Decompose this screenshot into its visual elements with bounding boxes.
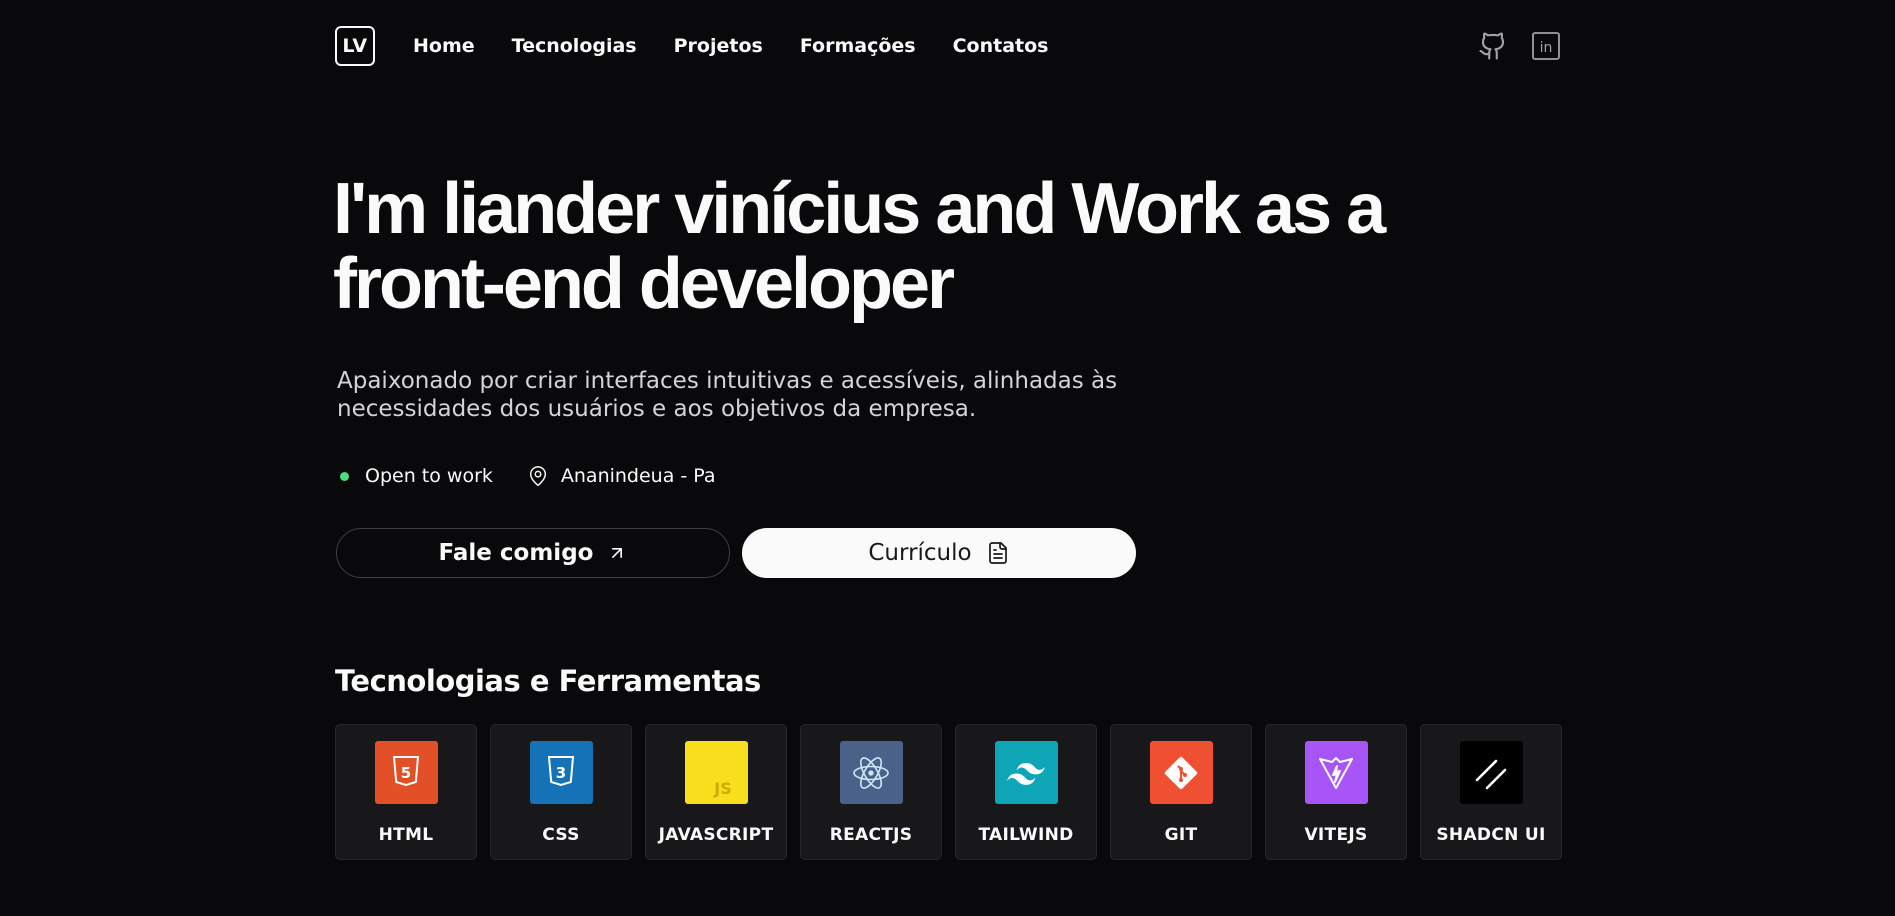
nav-link-formacoes[interactable]: Formações <box>800 35 916 57</box>
html5-icon: 5 <box>374 741 438 804</box>
file-text-icon <box>986 540 1010 566</box>
logo[interactable]: LV <box>335 26 375 66</box>
tech-label: SHADCN UI <box>1436 825 1546 845</box>
nav-link-home[interactable]: Home <box>413 35 475 57</box>
tech-card-vite[interactable]: VITEJS <box>1265 724 1407 860</box>
tech-label: REACTJS <box>829 825 913 845</box>
tech-card-css[interactable]: 3 CSS <box>490 724 632 860</box>
javascript-icon: JS <box>684 741 748 804</box>
hero-subtitle: Apaixonado por criar interfaces intuitiv… <box>337 367 1157 423</box>
status-row: Open to work Ananindeua - Pa <box>340 464 716 488</box>
talk-button[interactable]: Fale comigo <box>336 528 730 578</box>
hero-title-line1: I'm liander vinícius and Work as a <box>333 169 1386 249</box>
nav-link-projetos[interactable]: Projetos <box>674 35 763 57</box>
tech-card-shadcn[interactable]: SHADCN UI <box>1420 724 1562 860</box>
svg-text:JS: JS <box>713 779 731 798</box>
tech-grid: 5 HTML 3 CSS JS JAVASCRIPT REACTJS TAILW… <box>335 724 1562 860</box>
hero-subtitle-line1: Apaixonado por criar interfaces intuitiv… <box>337 368 1118 394</box>
talk-button-label: Fale comigo <box>438 540 594 566</box>
nav-link-contatos[interactable]: Contatos <box>953 35 1049 57</box>
tech-label: TAILWIND <box>978 825 1074 845</box>
arrow-up-right-icon <box>607 543 627 563</box>
linkedin-icon[interactable]: in <box>1532 32 1560 60</box>
tech-label: JAVASCRIPT <box>658 825 774 845</box>
tech-card-javascript[interactable]: JS JAVASCRIPT <box>645 724 787 860</box>
tech-card-git[interactable]: GIT <box>1110 724 1252 860</box>
git-icon <box>1149 741 1213 804</box>
hero-subtitle-line2: necessidades dos usuários e aos objetivo… <box>337 396 977 422</box>
location-text: Ananindeua - Pa <box>560 465 716 487</box>
status-text: Open to work <box>365 465 493 487</box>
tech-label: HTML <box>378 825 434 845</box>
hero-title: I'm liander vinícius and Work as a front… <box>333 172 1513 322</box>
tech-card-react[interactable]: REACTJS <box>800 724 942 860</box>
tech-section-title: Tecnologias e Ferramentas <box>335 664 761 698</box>
shadcn-icon <box>1459 741 1523 804</box>
resume-button-label: Currículo <box>868 540 972 566</box>
tech-card-html[interactable]: 5 HTML <box>335 724 477 860</box>
nav-links: Home Tecnologias Projetos Formações Cont… <box>413 35 1085 57</box>
tech-card-tailwind[interactable]: TAILWIND <box>955 724 1097 860</box>
vite-icon <box>1304 741 1368 804</box>
social-links: in <box>1478 30 1560 62</box>
svg-text:5: 5 <box>401 764 411 782</box>
hero-title-line2: front-end developer <box>333 244 955 324</box>
nav-link-tecnologias[interactable]: Tecnologias <box>512 35 637 57</box>
tech-label: GIT <box>1164 825 1198 845</box>
css3-icon: 3 <box>529 741 593 804</box>
status-dot <box>340 471 349 481</box>
map-pin-icon <box>527 464 549 488</box>
tech-label: VITEJS <box>1304 825 1368 845</box>
github-icon[interactable] <box>1478 30 1508 62</box>
svg-text:3: 3 <box>556 764 566 782</box>
react-icon <box>839 741 903 804</box>
resume-button[interactable]: Currículo <box>742 528 1136 578</box>
svg-text:in: in <box>1540 40 1553 56</box>
top-nav: LV Home Tecnologias Projetos Formações C… <box>335 24 1560 68</box>
tailwind-icon <box>994 741 1058 804</box>
tech-label: CSS <box>542 825 580 845</box>
